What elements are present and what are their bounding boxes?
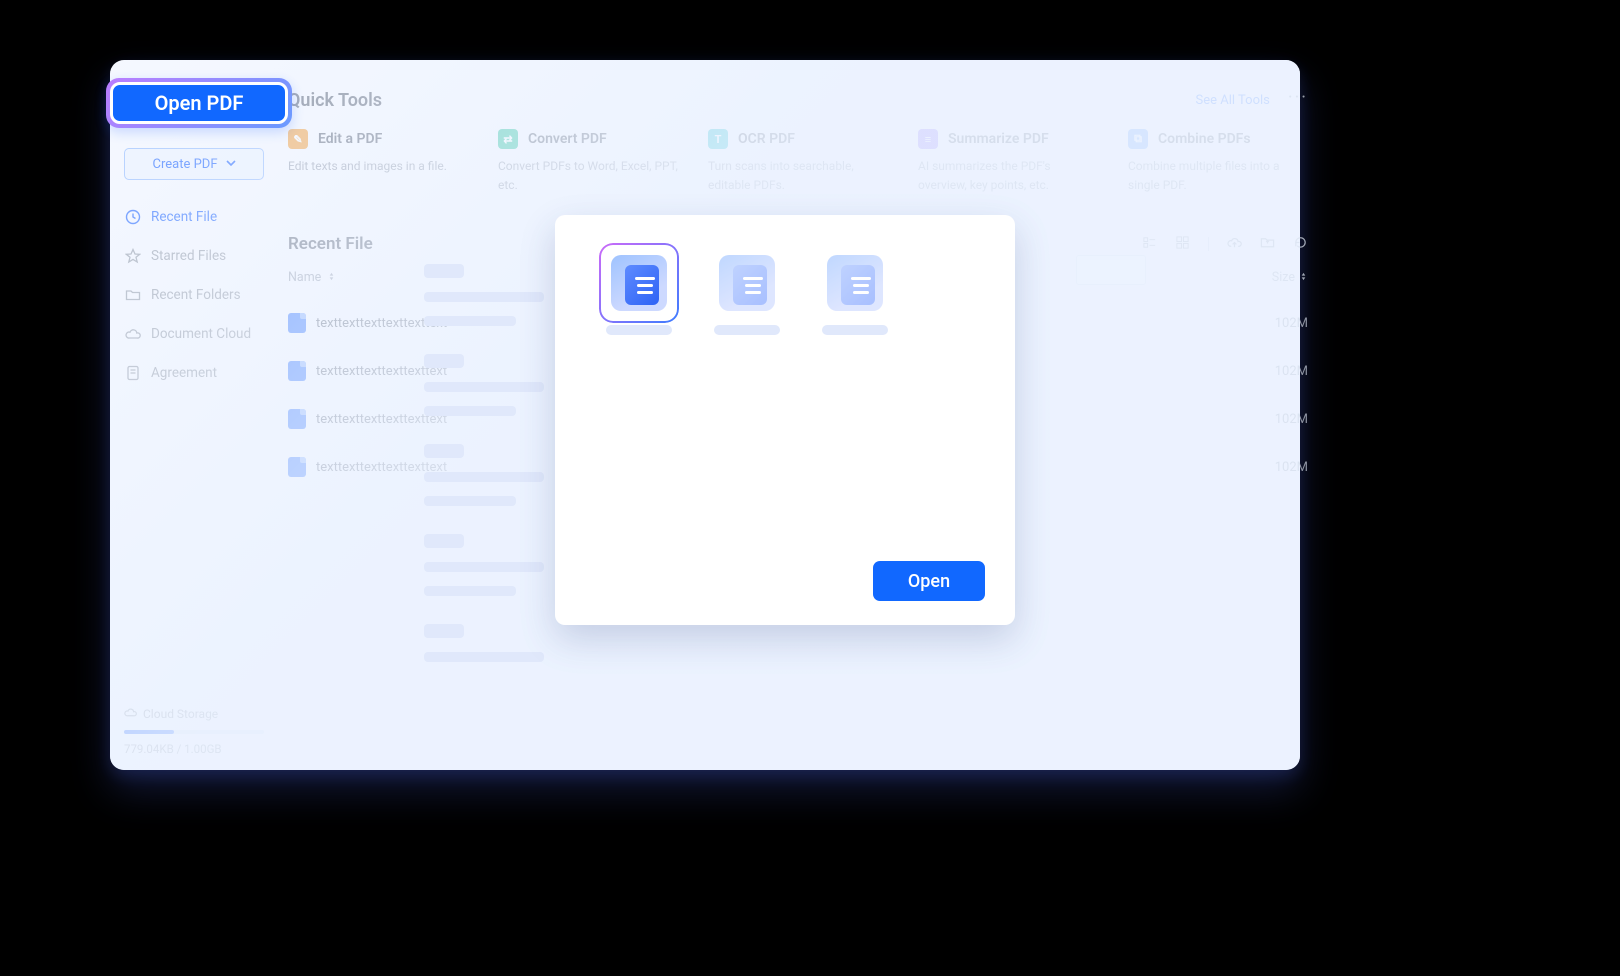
sidebar-item-label: Recent Folders bbox=[151, 287, 241, 303]
create-pdf-button[interactable]: Create PDF bbox=[124, 148, 264, 180]
tool-desc: Convert PDFs to Word, Excel, PPT, etc. bbox=[498, 157, 678, 194]
pdf-file-icon bbox=[288, 361, 306, 381]
tool-summarize-pdf[interactable]: ≡ Summarize PDF AI summarizes the PDF's … bbox=[918, 129, 1098, 194]
cloud-icon bbox=[124, 325, 141, 342]
sidebar-item-cloud[interactable]: Document Cloud bbox=[124, 325, 264, 342]
sidebar-item-label: Document Cloud bbox=[151, 326, 251, 342]
file-size: 102M bbox=[1248, 316, 1308, 331]
sidebar-item-agreement[interactable]: Agreement bbox=[124, 364, 264, 381]
caption-placeholder bbox=[822, 325, 888, 335]
ocr-icon: T bbox=[708, 129, 728, 149]
combine-icon: ⧉ bbox=[1128, 129, 1148, 149]
document-icon bbox=[124, 364, 141, 381]
caption-placeholder bbox=[606, 325, 672, 335]
star-icon bbox=[124, 247, 141, 264]
file-size: 102M bbox=[1248, 412, 1308, 427]
sidebar-item-label: Recent File bbox=[151, 209, 217, 225]
file-thumbnail[interactable] bbox=[707, 255, 787, 335]
quick-tools-row: ✎ Edit a PDF Edit texts and images in a … bbox=[288, 129, 1308, 194]
tool-convert-pdf[interactable]: ⇄ Convert PDF Convert PDFs to Word, Exce… bbox=[498, 129, 678, 194]
tool-ocr-pdf[interactable]: T OCR PDF Turn scans into searchable, ed… bbox=[708, 129, 888, 194]
storage-usage: 779.04KB / 1.00GB bbox=[124, 742, 264, 756]
open-button[interactable]: Open bbox=[873, 561, 985, 601]
sidebar-nav: Recent File Starred Files Recent Folders… bbox=[124, 208, 264, 381]
tool-edit-pdf[interactable]: ✎ Edit a PDF Edit texts and images in a … bbox=[288, 129, 468, 194]
open-folder-icon[interactable] bbox=[1260, 235, 1275, 254]
see-all-tools-link[interactable]: See All Tools bbox=[1196, 93, 1270, 108]
pdf-file-icon bbox=[288, 313, 306, 333]
doc-icon bbox=[719, 255, 775, 311]
col-size-label: Size bbox=[1272, 270, 1295, 285]
tool-label: Convert PDF bbox=[528, 131, 607, 147]
cloud-storage: Cloud Storage 779.04KB / 1.00GB bbox=[124, 706, 264, 756]
tool-label: OCR PDF bbox=[738, 131, 795, 147]
open-pdf-button[interactable]: Open PDF bbox=[106, 78, 292, 128]
open-pdf-label: Open PDF bbox=[155, 91, 244, 115]
doc-icon bbox=[611, 255, 667, 311]
doc-icon bbox=[827, 255, 883, 311]
sidebar-item-folders[interactable]: Recent Folders bbox=[124, 286, 264, 303]
refresh-icon[interactable] bbox=[1293, 235, 1308, 254]
search-input[interactable] bbox=[1076, 255, 1146, 285]
tool-combine-pdfs[interactable]: ⧉ Combine PDFs Combine multiple files in… bbox=[1128, 129, 1308, 194]
sort-icon bbox=[327, 270, 336, 285]
folder-icon bbox=[124, 286, 141, 303]
convert-icon: ⇄ bbox=[498, 129, 518, 149]
skeleton-preview bbox=[410, 250, 570, 700]
tool-desc: AI summarizes the PDF's overview, key po… bbox=[918, 157, 1098, 194]
tool-desc: Combine multiple files into a single PDF… bbox=[1128, 157, 1308, 194]
more-icon[interactable]: ··· bbox=[1288, 89, 1308, 107]
create-pdf-label: Create PDF bbox=[153, 157, 218, 172]
cloud-storage-label: Cloud Storage bbox=[143, 707, 218, 721]
quick-tools-header: Quick Tools See All Tools ··· bbox=[288, 90, 1308, 111]
tool-desc: Turn scans into searchable, editable PDF… bbox=[708, 157, 888, 194]
tool-label: Summarize PDF bbox=[948, 131, 1049, 147]
sidebar-item-recent[interactable]: Recent File bbox=[124, 208, 264, 225]
upload-to-cloud-icon[interactable] bbox=[1227, 235, 1242, 254]
caption-placeholder bbox=[714, 325, 780, 335]
quick-tools-title: Quick Tools bbox=[288, 90, 382, 111]
clock-icon bbox=[124, 208, 141, 225]
edit-icon: ✎ bbox=[288, 129, 308, 149]
tool-desc: Edit texts and images in a file. bbox=[288, 157, 468, 176]
file-size: 102M bbox=[1248, 364, 1308, 379]
sort-icon bbox=[1299, 270, 1308, 285]
pdf-file-icon bbox=[288, 409, 306, 429]
open-button-label: Open bbox=[908, 571, 950, 592]
cloud-icon bbox=[124, 706, 137, 722]
file-thumbnails bbox=[599, 255, 985, 335]
view-options bbox=[1142, 235, 1308, 254]
file-thumbnail[interactable] bbox=[815, 255, 895, 335]
tool-label: Combine PDFs bbox=[1158, 131, 1251, 147]
col-name-label: Name bbox=[288, 270, 321, 285]
recent-title: Recent File bbox=[288, 234, 373, 254]
storage-bar bbox=[124, 730, 264, 734]
sidebar: Open PDF Create PDF Recent File Starred … bbox=[110, 60, 278, 770]
tool-label: Edit a PDF bbox=[318, 131, 382, 147]
grid-view-icon[interactable] bbox=[1175, 235, 1190, 254]
list-view-icon[interactable] bbox=[1142, 235, 1157, 254]
pdf-file-icon bbox=[288, 457, 306, 477]
sidebar-item-label: Starred Files bbox=[151, 248, 226, 264]
col-size[interactable]: Size bbox=[1248, 270, 1308, 285]
chevron-down-icon bbox=[226, 157, 236, 172]
divider bbox=[1208, 237, 1209, 251]
sidebar-item-starred[interactable]: Starred Files bbox=[124, 247, 264, 264]
sidebar-item-label: Agreement bbox=[151, 365, 217, 381]
summarize-icon: ≡ bbox=[918, 129, 938, 149]
recent-files-popover: Open bbox=[555, 215, 1015, 625]
app-window: Open PDF Create PDF Recent File Starred … bbox=[110, 60, 1300, 770]
file-size: 102M bbox=[1248, 460, 1308, 475]
file-thumbnail[interactable] bbox=[599, 255, 679, 335]
